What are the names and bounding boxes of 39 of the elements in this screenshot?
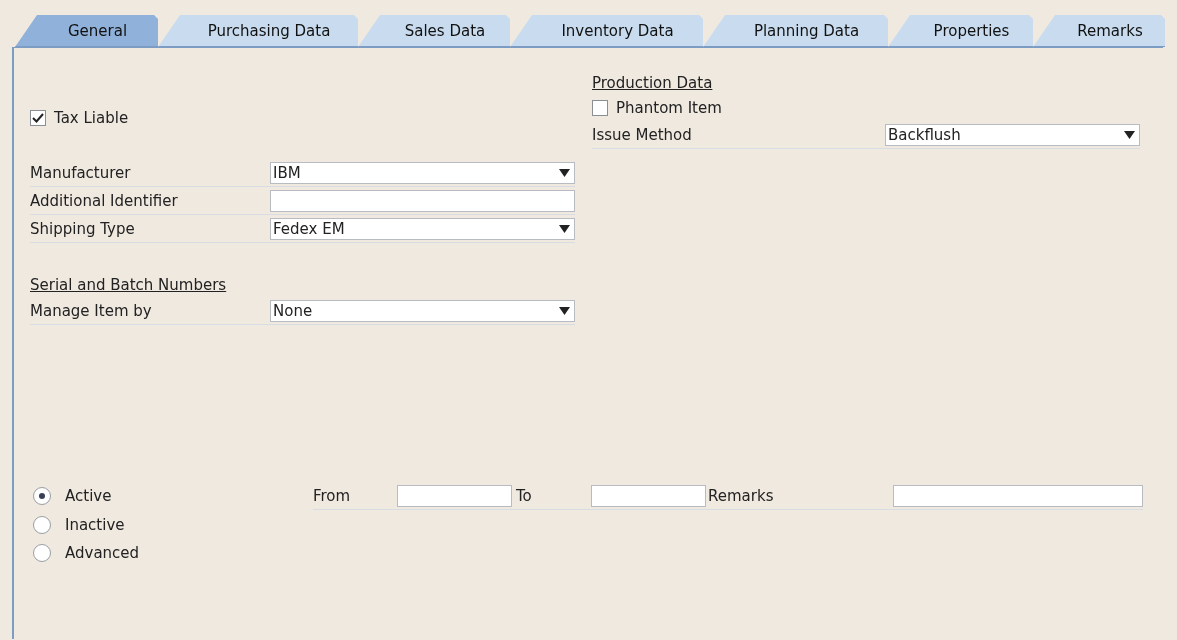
caret-icon	[559, 306, 570, 315]
field-label: Shipping Type	[30, 219, 135, 238]
dropdown[interactable]: IBM	[270, 161, 575, 184]
tab[interactable]: Properties	[888, 15, 1033, 47]
dropdown[interactable]: Fedex EM	[270, 217, 575, 240]
radio-button[interactable]	[33, 515, 51, 534]
field-label: Remarks	[707, 486, 775, 505]
radio-label: Advanced	[65, 544, 140, 563]
tab[interactable]: Purchasing Data	[158, 15, 358, 47]
dropdown[interactable]: None	[270, 299, 575, 322]
radio-button[interactable]	[33, 544, 51, 563]
field-label: Additional Identifier	[30, 191, 178, 210]
dropdown[interactable]: Backflush	[885, 123, 1140, 146]
checkbox[interactable]	[592, 100, 608, 116]
radio-button[interactable]	[33, 487, 51, 506]
checkbox[interactable]	[30, 110, 46, 126]
field-label: Manage Item by	[30, 301, 152, 320]
input-field[interactable]	[397, 484, 512, 507]
caret-icon	[1124, 130, 1135, 139]
radio-label: Inactive	[65, 515, 125, 534]
tab[interactable]: Inventory Data	[510, 15, 703, 47]
tab[interactable]: Remarks	[1033, 15, 1165, 47]
field-label: Issue Method	[592, 125, 692, 144]
field-label: To	[515, 486, 533, 505]
input-field[interactable]	[270, 189, 575, 212]
checkbox-label: Tax Liable	[54, 109, 129, 127]
caret-icon	[559, 168, 570, 177]
checkbox-label: Phantom Item	[616, 99, 722, 117]
caret-icon	[559, 224, 570, 233]
input-field[interactable]	[893, 484, 1143, 507]
section-heading: Serial and Batch Numbers	[30, 275, 228, 296]
radio-label: Active	[65, 487, 112, 506]
tab[interactable]: Sales Data	[358, 15, 510, 47]
input-field[interactable]	[591, 484, 706, 507]
tab[interactable]: General	[15, 15, 158, 47]
tab[interactable]: Planning Data	[703, 15, 888, 47]
field-label: From	[313, 486, 352, 505]
field-label: Manufacturer	[30, 163, 131, 182]
section-heading: Production Data	[592, 73, 714, 94]
